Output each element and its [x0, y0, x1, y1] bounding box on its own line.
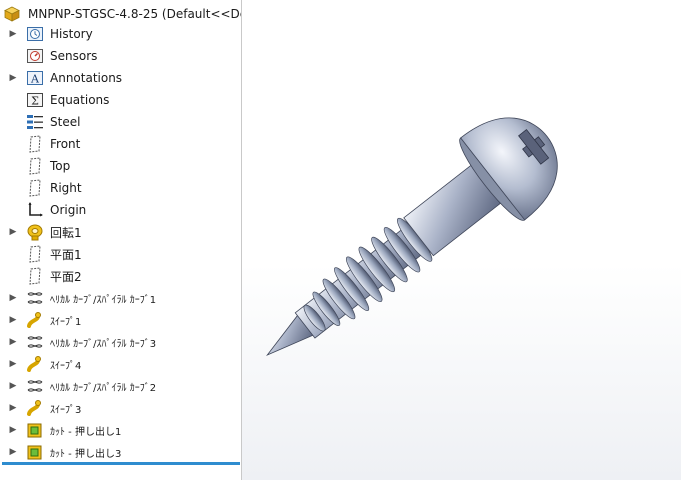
tree-item-top-plane[interactable]: Top [0, 155, 241, 177]
tree-item-plane2[interactable]: 平面2 [0, 265, 241, 287]
expand-arrow-icon[interactable]: ▶ [8, 425, 18, 435]
expand-arrow-icon[interactable]: ▶ [8, 315, 18, 325]
extruded-cut-icon [26, 443, 44, 461]
sweep-icon [26, 311, 44, 329]
part-icon [4, 6, 20, 22]
tree-root-part[interactable]: MNPNP-STGSC-4.8-25 (Default<<Defau [0, 4, 241, 24]
plane-icon [26, 157, 44, 175]
svg-text:A: A [30, 73, 40, 86]
screw-threads [303, 217, 433, 332]
sweep-icon [26, 399, 44, 417]
tree-item-revolve1[interactable]: ▶ 回転1 [0, 221, 241, 243]
annotations-icon: A [26, 69, 44, 87]
plane-icon [26, 267, 44, 285]
tree-item-front-plane[interactable]: Front [0, 133, 241, 155]
history-icon [26, 25, 44, 43]
material-icon [26, 113, 44, 131]
tree-item-cut-extrude1[interactable]: ▶ ｶｯﾄ - 押し出し1 [0, 419, 241, 441]
tree-item-sweep1[interactable]: ▶ ｽｲｰﾌﾟ1 [0, 309, 241, 331]
expand-arrow-icon[interactable]: ▶ [8, 359, 18, 369]
tree-item-annotations[interactable]: ▶ A Annotations [0, 67, 241, 89]
expand-arrow-icon[interactable]: ▶ [8, 29, 18, 39]
helix-icon [26, 377, 44, 395]
screw-body [266, 117, 558, 356]
screw-model [266, 117, 558, 356]
feature-manager-tree: MNPNP-STGSC-4.8-25 (Default<<Defau ▶ His… [0, 0, 242, 480]
part-title: MNPNP-STGSC-4.8-25 (Default<<Defau [28, 7, 241, 21]
sensors-icon [26, 47, 44, 65]
plane-icon [26, 179, 44, 197]
tree-item-material[interactable]: Steel [0, 111, 241, 133]
extruded-cut-icon [26, 421, 44, 439]
expand-arrow-icon[interactable]: ▶ [8, 337, 18, 347]
helix-icon [26, 333, 44, 351]
expand-arrow-icon[interactable]: ▶ [8, 73, 18, 83]
tree-item-sweep4[interactable]: ▶ ｽｲｰﾌﾟ4 [0, 353, 241, 375]
plane-icon [26, 245, 44, 263]
expand-arrow-icon[interactable]: ▶ [8, 403, 18, 413]
rollback-bar[interactable] [2, 462, 240, 465]
expand-arrow-icon[interactable]: ▶ [8, 447, 18, 457]
sweep-icon [26, 355, 44, 373]
expand-arrow-icon[interactable]: ▶ [8, 227, 18, 237]
tree-item-plane1[interactable]: 平面1 [0, 243, 241, 265]
tree-item-history[interactable]: ▶ History [0, 23, 241, 45]
svg-text:Σ: Σ [31, 95, 39, 108]
expand-arrow-icon[interactable]: ▶ [8, 381, 18, 391]
tree-item-sweep3[interactable]: ▶ ｽｲｰﾌﾟ3 [0, 397, 241, 419]
plane-icon [26, 135, 44, 153]
tree-item-equations[interactable]: Σ Equations [0, 89, 241, 111]
tree-item-helix1[interactable]: ▶ ﾍﾘｶﾙ ｶｰﾌﾞ/ｽﾊﾟｲﾗﾙ ｶｰﾌﾞ1 [0, 287, 241, 309]
tree-item-cut-extrude3[interactable]: ▶ ｶｯﾄ - 押し出し3 [0, 441, 241, 463]
tree-item-helix3[interactable]: ▶ ﾍﾘｶﾙ ｶｰﾌﾞ/ｽﾊﾟｲﾗﾙ ｶｰﾌﾞ3 [0, 331, 241, 353]
origin-icon [26, 201, 44, 219]
tree-item-helix2[interactable]: ▶ ﾍﾘｶﾙ ｶｰﾌﾞ/ｽﾊﾟｲﾗﾙ ｶｰﾌﾞ2 [0, 375, 241, 397]
tree-item-sensors[interactable]: Sensors [0, 45, 241, 67]
graphics-viewport[interactable] [242, 0, 681, 480]
tree-item-origin[interactable]: Origin [0, 199, 241, 221]
expand-arrow-icon[interactable]: ▶ [8, 293, 18, 303]
helix-icon [26, 289, 44, 307]
tree-item-right-plane[interactable]: Right [0, 177, 241, 199]
revolve-icon [26, 223, 44, 241]
equations-icon: Σ [26, 91, 44, 109]
